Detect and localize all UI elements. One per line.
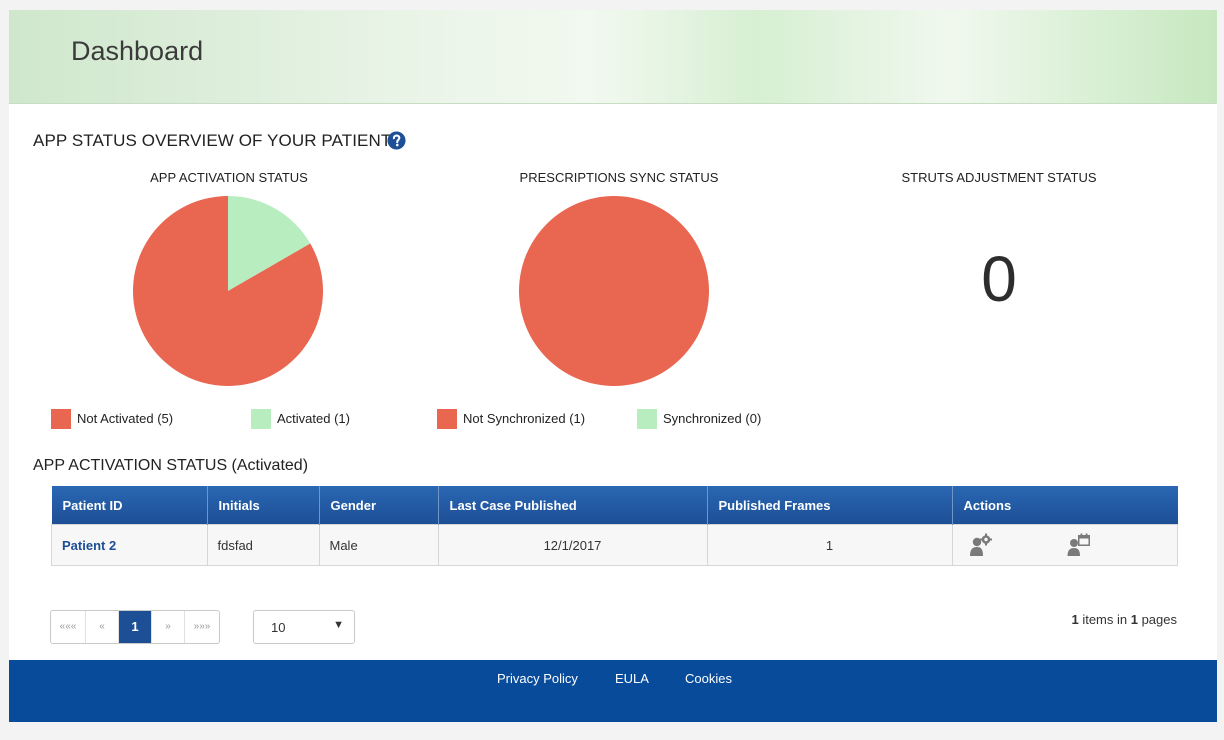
pagination: ««« «1»»»» — [50, 610, 220, 644]
struts-chart-title: STRUTS ADJUSTMENT STATUS — [901, 170, 1097, 185]
last-page-button[interactable]: »»» — [184, 611, 219, 643]
cell-published-frames: 1 — [706, 524, 953, 566]
legend-label-not-activated: Not Activated (5) — [77, 411, 174, 426]
header-banner: Dashboard — [9, 10, 1217, 104]
patient-link[interactable]: Patient 2 — [62, 538, 116, 553]
pie-slice-not-synchronized — [519, 196, 709, 386]
column-header-published-frames[interactable]: Published Frames — [706, 486, 952, 525]
cell-initials: fdsfad — [206, 524, 320, 566]
column-header-actions: Actions — [951, 486, 1178, 525]
legend-swatch-not-activated — [51, 409, 71, 429]
legend-label-activated: Activated (1) — [277, 411, 350, 426]
items-count: 1 — [1071, 612, 1079, 627]
table-title: APP ACTIVATION STATUS (Activated) — [33, 457, 309, 474]
cookies-link[interactable]: Cookies — [685, 671, 732, 686]
next-page-button[interactable]: » — [151, 611, 184, 643]
items-info-mid: items in — [1078, 612, 1131, 627]
struts-count: 0 — [981, 243, 1017, 315]
items-info: 1 items in 1 pages — [1071, 612, 1177, 627]
eula-link[interactable]: EULA — [615, 671, 649, 686]
items-info-end: pages — [1137, 612, 1177, 627]
page-1-button[interactable]: 1 — [118, 611, 151, 643]
sync-pie-chart — [519, 196, 709, 386]
cell-gender: Male — [318, 524, 439, 566]
sync-chart-title: PRESCRIPTIONS SYNC STATUS — [519, 170, 719, 185]
column-header-gender[interactable]: Gender — [318, 486, 438, 525]
page-size-select[interactable]: 10 ▼ — [253, 610, 355, 644]
activation-pie-chart — [133, 196, 323, 386]
column-header-initials[interactable]: Initials — [206, 486, 319, 525]
page-title: Dashboard — [71, 36, 204, 66]
activation-chart-title: APP ACTIVATION STATUS — [150, 170, 308, 185]
overview-title: APP STATUS OVERVIEW OF YOUR PATIENTS — [33, 131, 403, 150]
cell-actions — [951, 524, 1178, 566]
first-page-button[interactable]: ««« — [51, 611, 85, 643]
pages-count: 1 — [1130, 612, 1138, 627]
footer: Privacy Policy EULA Cookies — [9, 660, 1217, 722]
table-row: Patient 2 fdsfad Male 12/1/2017 1 — [51, 524, 1178, 566]
patient-calendar-icon[interactable] — [1067, 533, 1091, 557]
legend-label-not-synchronized: Not Synchronized (1) — [463, 411, 586, 426]
legend-swatch-activated — [251, 409, 271, 429]
privacy-policy-link[interactable]: Privacy Policy — [497, 671, 578, 686]
patient-settings-icon[interactable] — [969, 533, 993, 557]
column-header-patient-id[interactable]: Patient ID — [51, 486, 207, 525]
legend-swatch-not-synchronized — [437, 409, 457, 429]
chevron-down-icon: ▼ — [333, 619, 344, 631]
previous-page-button[interactable]: « — [85, 611, 118, 643]
table-header-row: Patient ID Initials Gender Last Case Pub… — [51, 486, 1178, 525]
patients-table: Patient ID Initials Gender Last Case Pub… — [51, 486, 1178, 566]
legend-swatch-synchronized — [637, 409, 657, 429]
page-size-value: 10 — [271, 620, 286, 635]
question-circle-icon[interactable] — [387, 131, 406, 150]
legend-label-synchronized: Synchronized (0) — [663, 411, 762, 426]
column-header-last-case-published[interactable]: Last Case Published — [437, 486, 707, 525]
cell-last-case-published: 12/1/2017 — [437, 524, 708, 566]
page: Dashboard APP STATUS OVERVIEW OF YOUR PA… — [9, 10, 1217, 722]
cell-patient-id[interactable]: Patient 2 — [51, 524, 208, 566]
